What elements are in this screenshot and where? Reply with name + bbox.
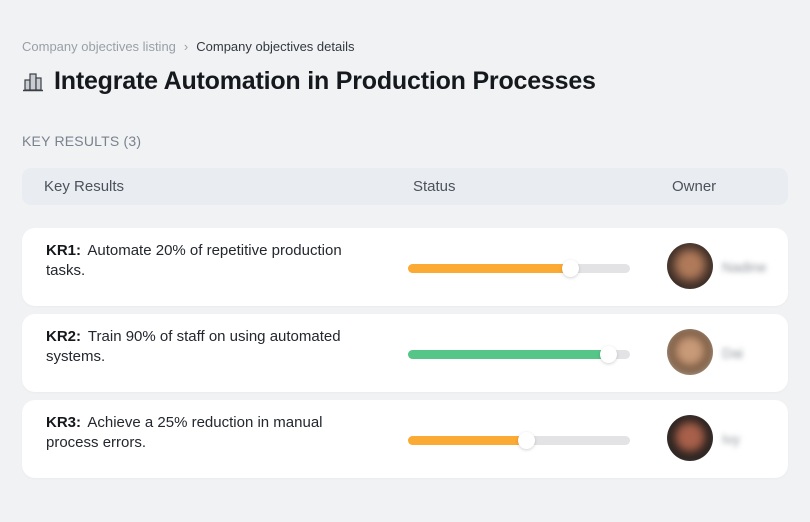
owner-avatar[interactable] — [667, 415, 713, 461]
key-results-count-label: KEY RESULTS (3) — [22, 133, 142, 149]
progress-bar[interactable] — [408, 346, 630, 363]
progress-fill — [408, 264, 571, 273]
table-row[interactable]: KR2: Train 90% of staff on using automat… — [22, 314, 788, 392]
progress-knob[interactable] — [517, 432, 535, 449]
table-row[interactable]: KR3: Achieve a 25% reduction in manual p… — [22, 400, 788, 478]
progress-bar[interactable] — [408, 432, 630, 449]
column-header-status: Status — [413, 178, 456, 195]
owner-name: Ivy — [722, 431, 740, 447]
page-title: Integrate Automation in Production Proce… — [54, 67, 596, 95]
chevron-right-icon: › — [183, 39, 189, 54]
column-header-owner: Owner — [672, 178, 717, 195]
progress-knob[interactable] — [562, 260, 580, 277]
kr-description: Train 90% of staff on using automated sy… — [46, 328, 341, 365]
column-header-key-results: Key Results — [44, 178, 125, 195]
table-row[interactable]: KR1: Automate 20% of repetitive producti… — [22, 228, 788, 306]
progress-fill — [408, 436, 526, 445]
avatar-photo — [667, 243, 713, 289]
progress-knob[interactable] — [599, 346, 617, 363]
owner-avatar[interactable] — [667, 243, 713, 289]
buildings-icon — [22, 70, 44, 94]
breadcrumb-item-details: Company objectives details — [196, 39, 355, 54]
key-result-text: KR3: Achieve a 25% reduction in manual p… — [46, 413, 362, 453]
owner-avatar[interactable] — [667, 329, 713, 375]
progress-bar[interactable] — [408, 260, 630, 277]
kr-label: KR3: — [46, 414, 82, 431]
kr-label: KR2: — [46, 328, 82, 345]
avatar-photo — [667, 329, 713, 375]
kr-label: KR1: — [46, 242, 82, 259]
key-result-text: KR2: Train 90% of staff on using automat… — [46, 327, 362, 367]
kr-description: Automate 20% of repetitive production ta… — [46, 242, 342, 279]
owner-name: Nadine — [722, 259, 767, 275]
breadcrumb: Company objectives listing › Company obj… — [22, 39, 355, 54]
breadcrumb-item-listing[interactable]: Company objectives listing — [22, 39, 176, 54]
progress-fill — [408, 350, 608, 359]
kr-description: Achieve a 25% reduction in manual proces… — [46, 414, 323, 451]
table-header: Key Results Status Owner — [22, 168, 788, 205]
page-title-row: Integrate Automation in Production Proce… — [22, 67, 596, 96]
owner-name: Dai — [722, 345, 744, 361]
avatar-photo — [667, 415, 713, 461]
key-result-text: KR1: Automate 20% of repetitive producti… — [46, 241, 362, 281]
